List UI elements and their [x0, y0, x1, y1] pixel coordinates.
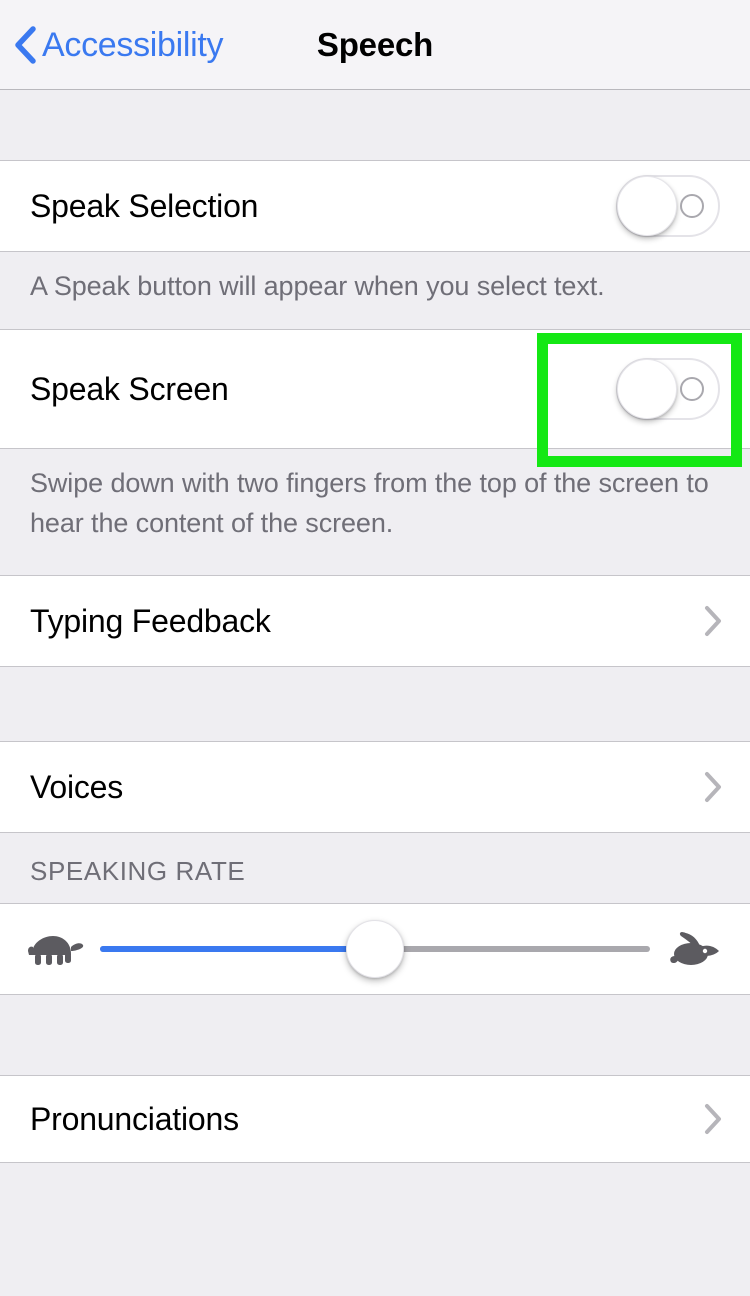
speak-selection-section: Speak Selection	[0, 160, 750, 252]
speak-screen-footer-area: Swipe down with two fingers from the top…	[0, 449, 750, 575]
section-gap	[0, 995, 750, 1075]
row-label-speak-screen: Speak Screen	[30, 371, 229, 407]
chevron-left-icon	[15, 26, 36, 64]
row-speak-selection[interactable]: Speak Selection	[0, 161, 750, 251]
row-speak-screen[interactable]: Speak Screen	[0, 330, 750, 448]
speak-selection-toggle[interactable]	[616, 175, 720, 237]
row-speaking-rate	[0, 904, 750, 994]
speak-screen-section: Speak Screen	[0, 329, 750, 449]
back-button[interactable]: Accessibility	[14, 0, 224, 90]
speaking-rate-header-area: SPEAKING RATE	[0, 833, 750, 903]
bottom-gap	[0, 1163, 750, 1237]
speaking-rate-section	[0, 903, 750, 995]
navigation-bar: Accessibility Speech	[0, 0, 750, 90]
section-gap	[0, 90, 750, 160]
chevron-right-icon	[705, 772, 721, 802]
row-label-typing-feedback: Typing Feedback	[30, 603, 271, 639]
speaking-rate-slider[interactable]	[100, 918, 650, 980]
typing-feedback-section: Typing Feedback	[0, 575, 750, 667]
chevron-right-icon	[705, 1104, 721, 1134]
toggle-off-indicator-icon	[680, 194, 704, 218]
row-typing-feedback[interactable]: Typing Feedback	[0, 576, 750, 666]
rabbit-icon	[664, 929, 726, 969]
toggle-knob	[617, 359, 677, 419]
chevron-right-icon	[705, 606, 721, 636]
toggle-knob	[617, 176, 677, 236]
voices-section: Voices	[0, 741, 750, 833]
speaking-rate-header: SPEAKING RATE	[30, 856, 246, 886]
back-button-label: Accessibility	[42, 26, 224, 64]
row-pronunciations[interactable]: Pronunciations	[0, 1076, 750, 1162]
pronunciations-section: Pronunciations	[0, 1075, 750, 1163]
speak-screen-toggle[interactable]	[616, 358, 720, 420]
slider-knob[interactable]	[346, 920, 404, 978]
row-voices[interactable]: Voices	[0, 742, 750, 832]
row-label-pronunciations: Pronunciations	[30, 1101, 239, 1137]
speak-selection-footer-area: A Speak button will appear when you sele…	[0, 252, 750, 329]
row-label-voices: Voices	[30, 769, 124, 805]
turtle-icon	[24, 930, 86, 968]
slider-track-fill	[100, 946, 375, 952]
speak-selection-footer-text: A Speak button will appear when you sele…	[30, 271, 605, 301]
toggle-off-indicator-icon	[680, 377, 704, 401]
speak-screen-footer-text: Swipe down with two fingers from the top…	[30, 468, 709, 538]
row-label-speak-selection: Speak Selection	[30, 188, 259, 224]
section-gap	[0, 667, 750, 741]
